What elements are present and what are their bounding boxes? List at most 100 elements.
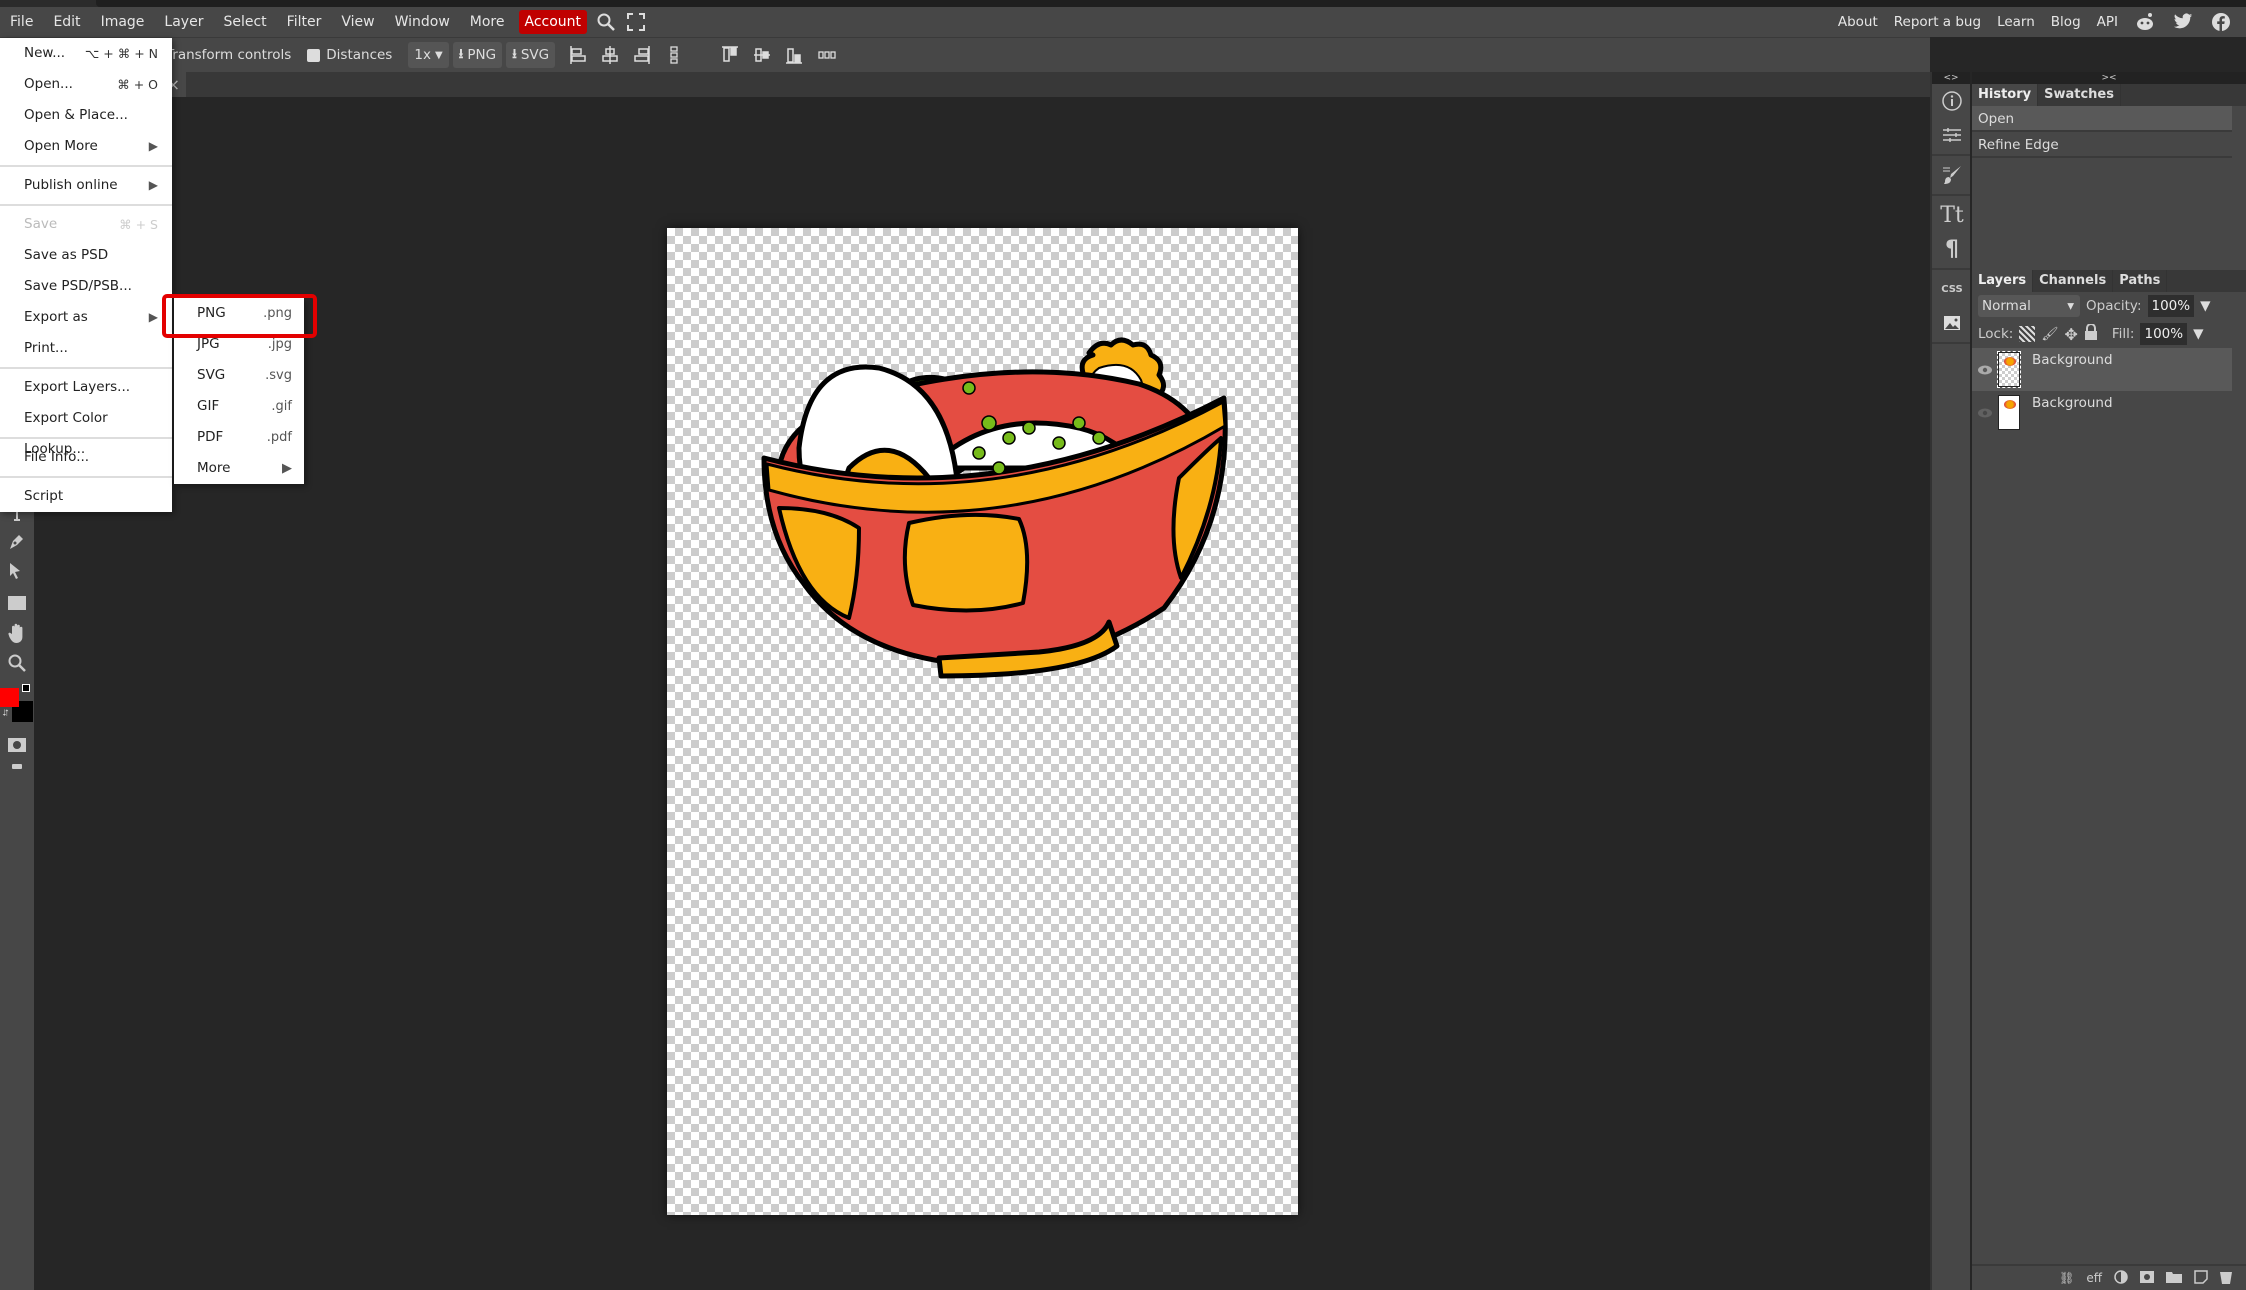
export-svg-item[interactable]: SVG .svg	[174, 360, 304, 391]
about-link[interactable]: About	[1838, 14, 1878, 30]
export-jpg-item[interactable]: JPG .jpg	[174, 329, 304, 360]
menu-filter[interactable]: Filter	[277, 7, 332, 37]
learn-link[interactable]: Learn	[1997, 14, 2035, 30]
align-center-horizontal-icon[interactable]	[601, 45, 619, 65]
info-icon[interactable]	[1932, 84, 1972, 118]
menu-item-open-more[interactable]: Open More ▶	[0, 131, 172, 162]
export-png-item[interactable]: PNG .png	[174, 298, 304, 329]
character-icon[interactable]: Tt	[1932, 198, 1972, 232]
zoom-tool-icon[interactable]	[4, 650, 30, 676]
menu-item-export-layers[interactable]: Export Layers...	[0, 372, 172, 403]
menu-file[interactable]: File	[0, 7, 43, 37]
adjustment-layer-icon[interactable]	[2114, 1269, 2128, 1287]
report-bug-link[interactable]: Report a bug	[1894, 14, 1981, 30]
history-item[interactable]: Refine Edge	[1972, 132, 2232, 158]
fill-input[interactable]: 100%	[2140, 323, 2188, 345]
layer-mask-icon[interactable]	[2140, 1270, 2154, 1286]
export-more-item[interactable]: More ▶	[174, 453, 304, 484]
menu-image[interactable]: Image	[91, 7, 155, 37]
lock-move-icon[interactable]: ✥	[2064, 325, 2077, 344]
pen-tool-icon[interactable]	[4, 528, 30, 554]
menu-item-file-info[interactable]: File Info...	[0, 442, 172, 473]
layer-row[interactable]: Background	[1972, 391, 2232, 434]
menu-item-open[interactable]: Open... ⌘ + O	[0, 69, 172, 100]
menu-window[interactable]: Window	[385, 7, 460, 37]
align-right-icon[interactable]	[633, 45, 651, 65]
fullscreen-icon[interactable]	[621, 7, 651, 37]
layer-name[interactable]: Background	[2032, 395, 2113, 411]
opacity-input[interactable]: 100%	[2147, 295, 2195, 317]
tab-swatches[interactable]: Swatches	[2038, 84, 2121, 106]
visibility-eye-icon[interactable]	[1972, 352, 1998, 388]
export-gif-item[interactable]: GIF .gif	[174, 391, 304, 422]
menu-select[interactable]: Select	[213, 7, 276, 37]
align-middle-icon[interactable]	[753, 45, 771, 65]
facebook-icon[interactable]	[2210, 11, 2232, 33]
account-button[interactable]: Account	[518, 10, 588, 34]
delete-layer-icon[interactable]	[2220, 1270, 2232, 1287]
menu-view[interactable]: View	[331, 7, 384, 37]
export-pdf-item[interactable]: PDF .pdf	[174, 422, 304, 453]
blog-link[interactable]: Blog	[2051, 14, 2081, 30]
adjustments-icon[interactable]	[1932, 118, 1972, 152]
swap-colors-icon[interactable]: ⮃	[2, 709, 9, 719]
tab-history[interactable]: History	[1972, 84, 2039, 106]
menu-item-export-color-lookup[interactable]: Export Color Lookup...	[0, 403, 172, 457]
menu-item-save-as-psd[interactable]: Save as PSD	[0, 240, 172, 271]
layer-name[interactable]: Background	[2032, 352, 2113, 368]
export-svg-button[interactable]: ⭳ SVG	[506, 42, 556, 68]
distribute-vertical-icon[interactable]	[665, 45, 683, 65]
new-folder-icon[interactable]	[2166, 1271, 2182, 1286]
default-colors-icon[interactable]	[22, 684, 30, 692]
link-layers-icon[interactable]: ⛓	[2059, 1271, 2074, 1285]
menu-item-export-as[interactable]: Export as ▶	[0, 302, 172, 333]
css-icon[interactable]: CSS	[1932, 272, 1972, 306]
export-png-button[interactable]: ⭳ PNG	[452, 42, 503, 68]
menu-item-open-place[interactable]: Open & Place...	[0, 100, 172, 131]
lock-transparency-icon[interactable]	[2019, 326, 2036, 342]
opacity-dropdown-icon[interactable]: ▼	[2200, 298, 2210, 314]
distances-checkbox[interactable]	[307, 48, 321, 62]
search-icon[interactable]	[591, 7, 621, 37]
visibility-eye-icon[interactable]	[1972, 395, 1998, 431]
expand-panels-toggle[interactable]: <>	[1932, 72, 1970, 84]
menu-item-script[interactable]: Script	[0, 481, 172, 512]
tab-layers[interactable]: Layers	[1972, 270, 2034, 292]
layer-effects-button[interactable]: eff	[2086, 1271, 2102, 1285]
lock-brush-icon[interactable]: 🖌	[2041, 326, 2058, 342]
transform-controls-toggle[interactable]: Transform controls	[166, 42, 291, 68]
tab-channels[interactable]: Channels	[2033, 270, 2114, 292]
paragraph-icon[interactable]: ¶	[1932, 232, 1972, 266]
align-bottom-icon[interactable]	[785, 45, 803, 65]
fill-dropdown-icon[interactable]: ▼	[2193, 326, 2203, 342]
reddit-icon[interactable]	[2134, 11, 2156, 33]
new-layer-icon[interactable]	[2194, 1269, 2208, 1287]
menu-item-save-psd-psb[interactable]: Save PSD/PSB...	[0, 271, 172, 302]
path-select-tool-icon[interactable]	[4, 558, 30, 584]
align-top-icon[interactable]	[721, 45, 739, 65]
screen-mode-icon[interactable]	[4, 754, 30, 780]
layer-row[interactable]: Background	[1972, 348, 2232, 391]
menu-layer[interactable]: Layer	[154, 7, 213, 37]
brush-settings-icon[interactable]	[1932, 158, 1972, 192]
menu-more[interactable]: More	[460, 7, 515, 37]
image-icon[interactable]	[1932, 306, 1972, 340]
menu-item-new[interactable]: New... ⌥ + ⌘ + N	[0, 38, 172, 69]
menu-item-publish-online[interactable]: Publish online ▶	[0, 170, 172, 201]
distribute-horizontal-icon[interactable]	[817, 45, 836, 65]
tab-paths[interactable]: Paths	[2113, 270, 2168, 292]
menu-edit[interactable]: Edit	[43, 7, 90, 37]
history-item[interactable]: Open	[1972, 106, 2232, 132]
scale-dropdown[interactable]: 1x ▼	[408, 42, 449, 68]
rectangle-tool-icon[interactable]	[4, 590, 30, 616]
menu-item-print[interactable]: Print...	[0, 333, 172, 364]
lock-all-icon[interactable]	[2084, 323, 2098, 344]
api-link[interactable]: API	[2097, 14, 2118, 30]
align-left-icon[interactable]	[569, 45, 587, 65]
foreground-color-swatch[interactable]	[0, 688, 19, 707]
collapse-panels-toggle[interactable]: ><	[1972, 72, 2246, 84]
twitter-icon[interactable]	[2172, 11, 2194, 33]
hand-tool-icon[interactable]	[4, 620, 30, 646]
document-canvas[interactable]	[667, 228, 1298, 1215]
blend-mode-dropdown[interactable]: Normal	[1978, 295, 2080, 317]
